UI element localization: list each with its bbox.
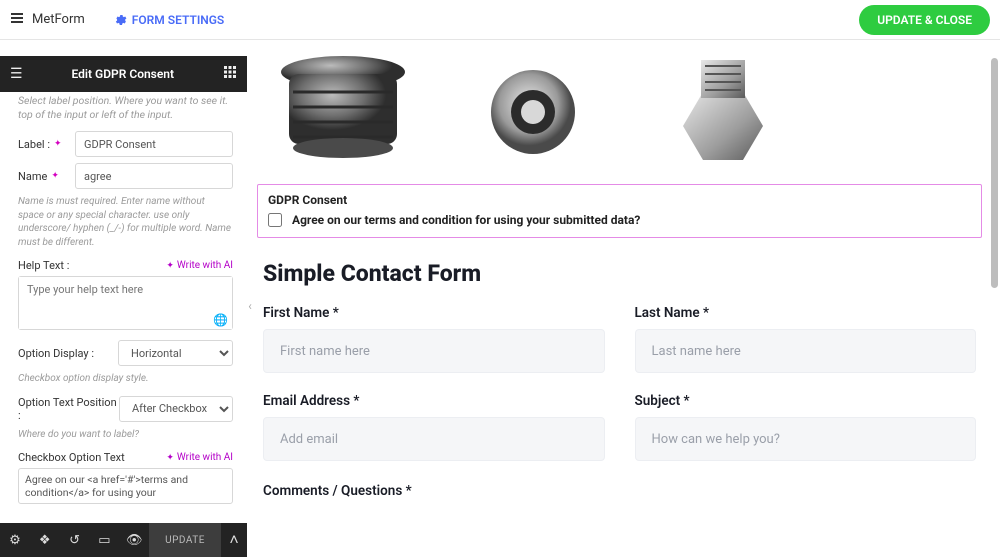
sidebar-bottombar: ⚙ ❖ ↺ ▭ 👁 UPDATE ˄ bbox=[0, 523, 247, 557]
last-name-input[interactable] bbox=[635, 329, 977, 373]
gdpr-title: GDPR Consent bbox=[268, 193, 971, 207]
settings-icon[interactable]: ⚙ bbox=[0, 523, 30, 557]
grid-icon[interactable] bbox=[223, 65, 237, 83]
sidebar: ☰ Edit GDPR Consent Select label positio… bbox=[0, 40, 247, 557]
option-textpos-row: Option Text Position : After Checkbox bbox=[18, 396, 233, 422]
form-grid: First Name * Last Name * Email Address *… bbox=[257, 305, 982, 461]
menu-icon[interactable]: ☰ bbox=[10, 66, 23, 82]
option-display-label: Option Display : bbox=[18, 347, 118, 360]
last-name-label: Last Name * bbox=[635, 305, 977, 321]
gear-icon bbox=[113, 13, 127, 27]
option-display-select[interactable]: Horizontal bbox=[118, 340, 233, 366]
gdpr-checkbox[interactable] bbox=[268, 213, 282, 227]
preview-icon[interactable]: 👁 bbox=[119, 523, 149, 557]
option-textpos-help: Where do you want to label? bbox=[18, 428, 233, 442]
gdpr-text: Agree on our terms and condition for usi… bbox=[292, 213, 640, 227]
history-icon[interactable]: ↺ bbox=[60, 523, 90, 557]
option-textpos-label: Option Text Position : bbox=[18, 396, 119, 422]
form-settings-button[interactable]: FORM SETTINGS bbox=[113, 13, 224, 27]
topbar: MetForm FORM SETTINGS UPDATE & CLOSE bbox=[0, 0, 1000, 40]
helptext-label: Help Text : bbox=[18, 259, 69, 272]
email-field: Email Address * bbox=[263, 393, 605, 461]
brand-logo-icon bbox=[10, 11, 24, 29]
canvas-inner: GDPR Consent Agree on our terms and cond… bbox=[247, 40, 1000, 547]
label-input[interactable] bbox=[75, 131, 233, 157]
scrollbar-thumb[interactable] bbox=[991, 58, 998, 288]
checkbox-option-textarea[interactable]: Agree on our <a href='#'>terms and condi… bbox=[18, 468, 233, 504]
option-display-help: Checkbox option display style. bbox=[18, 372, 233, 386]
sidebar-title: Edit GDPR Consent bbox=[72, 67, 175, 81]
form-settings-label: FORM SETTINGS bbox=[132, 13, 224, 27]
required-icon: ✦ bbox=[54, 139, 62, 149]
write-with-ai-link-2[interactable]: Write with AI bbox=[166, 452, 233, 463]
subject-label: Subject * bbox=[635, 393, 977, 409]
form-title: Simple Contact Form bbox=[257, 260, 982, 287]
sidebar-header: ☰ Edit GDPR Consent bbox=[0, 56, 247, 92]
required-icon: ✦ bbox=[51, 171, 59, 181]
last-name-field: Last Name * bbox=[635, 305, 977, 373]
subject-field: Subject * bbox=[635, 393, 977, 461]
update-close-button[interactable]: UPDATE & CLOSE bbox=[859, 5, 990, 35]
sidebar-collapse-handle[interactable]: ‹ bbox=[243, 292, 257, 320]
globe-icon[interactable]: 🌐 bbox=[213, 313, 228, 327]
canvas-scroll[interactable]: GDPR Consent Agree on our terms and cond… bbox=[247, 40, 1000, 557]
name-row: Name✦ bbox=[18, 163, 233, 189]
responsive-icon[interactable]: ▭ bbox=[89, 523, 119, 557]
subject-input[interactable] bbox=[635, 417, 977, 461]
brand-name: MetForm bbox=[32, 12, 85, 27]
helptext-textarea[interactable] bbox=[19, 277, 232, 329]
email-label: Email Address * bbox=[263, 393, 605, 409]
name-help: Name is must required. Enter name withou… bbox=[18, 195, 233, 249]
gdpr-consent-widget[interactable]: GDPR Consent Agree on our terms and cond… bbox=[257, 184, 982, 238]
gdpr-checkbox-row[interactable]: Agree on our terms and condition for usi… bbox=[268, 213, 971, 227]
caret-up-icon[interactable]: ˄ bbox=[221, 523, 247, 557]
option-textpos-select[interactable]: After Checkbox bbox=[119, 396, 233, 422]
first-name-input[interactable] bbox=[263, 329, 605, 373]
name-label: Name✦ bbox=[18, 170, 75, 183]
option-display-row: Option Display : Horizontal bbox=[18, 340, 233, 366]
write-with-ai-link[interactable]: Write with AI bbox=[166, 260, 233, 271]
checkbox-option-label: Checkbox Option Text bbox=[18, 451, 125, 464]
first-name-label: First Name * bbox=[263, 305, 605, 321]
name-input[interactable] bbox=[75, 163, 233, 189]
panel-body: Select label position. Where you want to… bbox=[0, 92, 247, 523]
first-name-field: First Name * bbox=[263, 305, 605, 373]
label-label: Label :✦ bbox=[18, 138, 75, 151]
canvas: ‹ bbox=[247, 40, 1000, 557]
product-image-1 bbox=[263, 52, 423, 172]
helptext-label-row: Help Text : Write with AI bbox=[18, 259, 233, 272]
workspace: ☰ Edit GDPR Consent Select label positio… bbox=[0, 40, 1000, 557]
product-image-2 bbox=[453, 52, 613, 172]
product-image-row bbox=[257, 52, 982, 180]
layers-icon[interactable]: ❖ bbox=[30, 523, 60, 557]
comments-label: Comments / Questions * bbox=[263, 483, 982, 499]
helptext-wrap: 🌐 bbox=[18, 276, 233, 330]
product-image-3 bbox=[643, 52, 803, 172]
checkbox-option-label-row: Checkbox Option Text Write with AI bbox=[18, 451, 233, 464]
scrollbar-track[interactable] bbox=[988, 58, 998, 539]
update-button[interactable]: UPDATE bbox=[149, 523, 221, 557]
topbar-left: MetForm FORM SETTINGS bbox=[10, 11, 224, 29]
label-position-help: Select label position. Where you want to… bbox=[18, 94, 233, 121]
label-row: Label :✦ bbox=[18, 131, 233, 157]
email-input[interactable] bbox=[263, 417, 605, 461]
